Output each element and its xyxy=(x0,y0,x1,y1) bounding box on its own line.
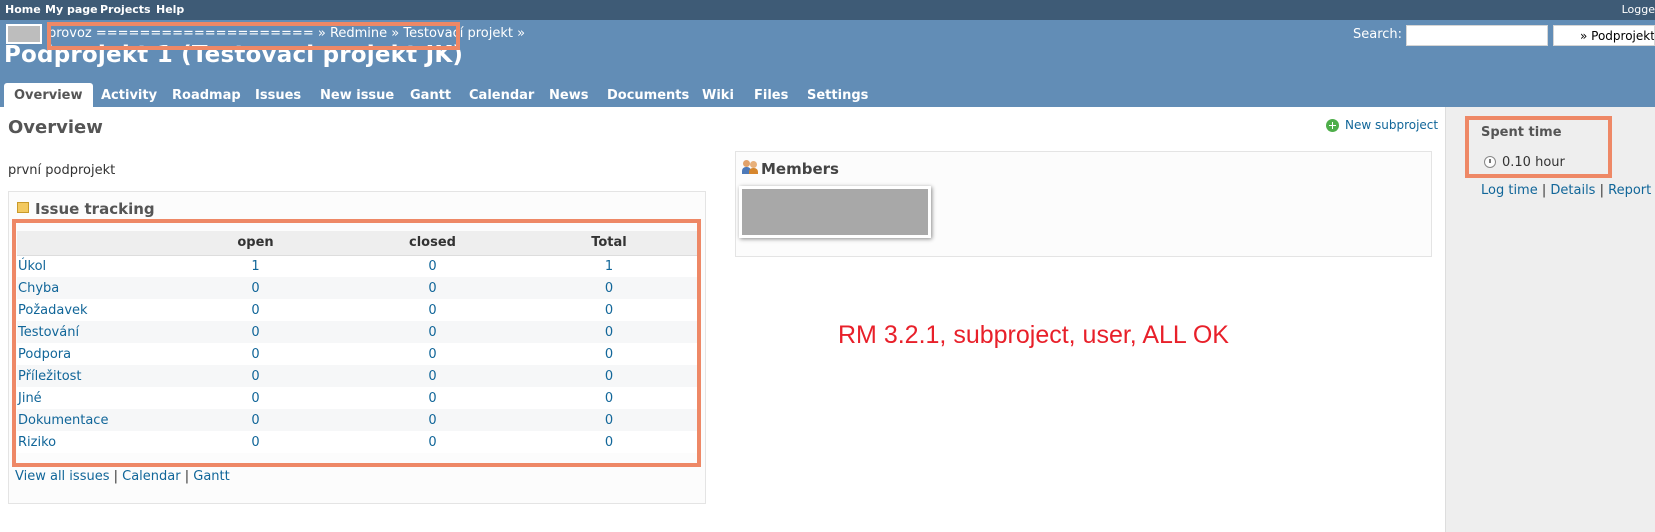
add-icon xyxy=(1326,119,1339,132)
top-menu-help-link[interactable]: Help xyxy=(156,3,184,16)
calendar-link[interactable]: Calendar xyxy=(122,469,180,484)
tab-wiki[interactable]: Wiki xyxy=(692,83,744,107)
tab-new-issue[interactable]: New issue xyxy=(310,83,404,107)
tab-roadmap[interactable]: Roadmap xyxy=(162,83,251,107)
view-all-issues-link[interactable]: View all issues xyxy=(15,469,109,484)
search-input[interactable] xyxy=(1406,25,1548,46)
report-link[interactable]: Report xyxy=(1608,183,1651,198)
members-title: Members xyxy=(761,160,839,178)
tab-files[interactable]: Files xyxy=(744,83,798,107)
annotation-text: RM 3.2.1, subproject, user, ALL OK xyxy=(838,321,1229,349)
issue-table-highlight-box xyxy=(12,219,701,467)
details-link[interactable]: Details xyxy=(1550,183,1595,198)
tab-gantt[interactable]: Gantt xyxy=(400,83,461,107)
issue-tracking-icon xyxy=(17,202,29,213)
project-description: první podprojekt xyxy=(8,163,116,178)
members-icon xyxy=(742,160,758,174)
gantt-link[interactable]: Gantt xyxy=(193,469,229,484)
top-menu-my-page-link[interactable]: My page xyxy=(45,3,98,16)
tab-issues[interactable]: Issues xyxy=(245,83,311,107)
issue-tracking-links: View all issues | Calendar | Gantt xyxy=(15,469,230,484)
spent-time-value[interactable]: 0.10 hour xyxy=(1502,155,1565,170)
tab-calendar[interactable]: Calendar xyxy=(459,83,544,107)
tab-documents[interactable]: Documents xyxy=(597,83,699,107)
new-subproject-link[interactable]: New subproject xyxy=(1345,118,1438,132)
tab-settings[interactable]: Settings xyxy=(797,83,878,107)
tab-overview[interactable]: Overview xyxy=(4,83,93,107)
top-menu-logged-link[interactable]: Logge xyxy=(1622,3,1655,16)
top-menu-home-link[interactable]: Home xyxy=(5,3,41,16)
top-menu: Home My page Projects Help Logge xyxy=(0,0,1655,20)
spent-time-title: Spent time xyxy=(1481,125,1562,140)
breadcrumb-highlight-box xyxy=(47,22,460,50)
clock-icon xyxy=(1484,156,1496,168)
log-time-link[interactable]: Log time xyxy=(1481,183,1538,198)
page-title: Overview xyxy=(8,117,103,138)
tab-news[interactable]: News xyxy=(539,83,598,107)
issue-tracking-title: Issue tracking xyxy=(35,200,155,218)
spent-time-links: Log time | Details | Report xyxy=(1481,183,1652,198)
project-jump-select[interactable]: » Podprojekt xyxy=(1553,25,1655,46)
top-menu-projects-link[interactable]: Projects xyxy=(100,3,151,16)
members-list-redacted xyxy=(739,186,931,238)
project-logo-redacted xyxy=(6,24,42,44)
search-label: Search: xyxy=(1353,27,1403,42)
tab-activity[interactable]: Activity xyxy=(91,83,167,107)
